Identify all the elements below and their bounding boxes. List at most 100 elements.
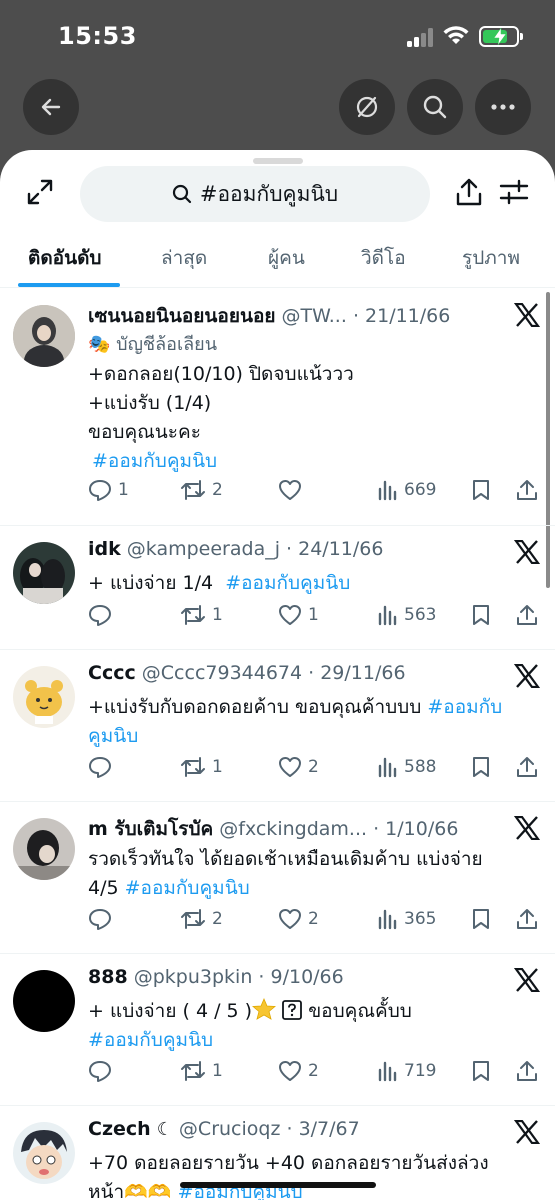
tweet-text: + แบ่งจ่าย ( 4 / 5 ) ขอบคุณคั้บบ #ออมกับ… [88, 997, 412, 1051]
hashtag-link[interactable]: #ออมกับคูมนิบ [88, 1029, 213, 1051]
bookmark-icon[interactable] [471, 756, 491, 778]
share-icon[interactable] [516, 604, 538, 626]
like-button[interactable]: 2 [278, 1060, 319, 1082]
reply-icon [89, 1061, 111, 1082]
back-button[interactable] [23, 79, 79, 135]
avatar[interactable] [13, 305, 75, 367]
tweet-date: · 29/11/66 [308, 662, 406, 684]
tweet-author-handle[interactable]: @fxckingdam... [219, 818, 367, 840]
arrow-left-icon [41, 98, 61, 116]
repost-button[interactable]: 1 [180, 1060, 223, 1082]
tweet-author-handle[interactable]: @Crucioqz [179, 1118, 281, 1140]
more-button[interactable] [475, 79, 531, 135]
bookmark-icon[interactable] [471, 908, 491, 930]
tweet-author-name[interactable]: 888 [88, 966, 128, 988]
bookmark-icon[interactable] [471, 479, 491, 501]
hashtag-link[interactable]: #ออมกับ [427, 696, 502, 718]
star-emoji-icon [252, 997, 277, 1020]
wifi-icon [443, 26, 469, 44]
views-button[interactable]: 563 [376, 604, 436, 626]
views-button[interactable]: 588 [376, 756, 436, 778]
tweet-actions: 2 2 365 [88, 908, 543, 938]
views-button[interactable]: 365 [376, 908, 436, 930]
heart-icon [279, 757, 301, 777]
bookmark-icon[interactable] [471, 1060, 491, 1082]
search-input[interactable]: #ออมกับคูมนิบ [80, 166, 430, 222]
sheet-grabber[interactable] [253, 158, 303, 164]
share-icon[interactable] [516, 756, 538, 778]
repost-button[interactable]: 2 [180, 479, 223, 501]
tweet-item[interactable]: Cccc @Cccc79344674 · 29/11/66 +แบ่งรับกั… [0, 650, 555, 802]
hashtag-link[interactable]: #ออมกับคูมนิบ [225, 572, 350, 594]
tweet-author-name[interactable]: เซนนอยนินอยนอยนอย [88, 305, 276, 327]
moon-emoji-icon: ☾ [156, 1119, 173, 1140]
tweet-actions: 1 1 563 [88, 604, 543, 634]
tab-latest[interactable]: ล่าสุด [161, 228, 207, 288]
repost-icon [181, 909, 205, 929]
tweet-author-handle[interactable]: @pkpu3pkin [134, 966, 253, 988]
tweet-item[interactable]: เซนนอยนินอยนอยนอย @TW... · 21/11/66 🎭 บั… [0, 289, 555, 526]
hashtag-link[interactable]: #ออมกับคูมนิบ [92, 450, 217, 472]
x-logo-icon [514, 816, 540, 840]
bar-chart-icon [378, 480, 397, 501]
search-button[interactable] [407, 79, 463, 135]
bookmark-icon[interactable] [471, 604, 491, 626]
avatar[interactable] [13, 970, 75, 1032]
bar-chart-icon [378, 757, 397, 778]
like-button[interactable]: 2 [278, 908, 319, 930]
expand-icon[interactable] [26, 178, 54, 206]
reply-button[interactable] [88, 756, 118, 778]
tweet-author-handle[interactable]: @Cccc79344674 [142, 662, 302, 684]
heart-icon [279, 480, 301, 500]
heart-icon [279, 909, 301, 929]
home-indicator[interactable] [180, 1182, 376, 1188]
hashtag-link[interactable]: #ออมกับคูมนิบ [125, 877, 250, 899]
tweet-author-name[interactable]: Cccc [88, 662, 136, 684]
reply-icon [89, 757, 111, 778]
like-button[interactable]: 2 [278, 756, 319, 778]
avatar[interactable] [13, 818, 75, 880]
tweet-text: รวดเร็วทันใจ ได้ยอดเช้าเหมือนเดิมค้าบ แบ… [88, 848, 483, 899]
share-icon[interactable] [516, 1060, 538, 1082]
search-sheet: #ออมกับคูมนิบ ติดอันดับ ล่าสุด ผู้คน วิด… [0, 150, 555, 1200]
share-icon[interactable] [455, 177, 483, 207]
avatar[interactable] [13, 542, 75, 604]
bar-chart-icon [378, 605, 397, 626]
tab-photos[interactable]: รูปภาพ [462, 228, 520, 288]
like-button[interactable] [278, 479, 308, 501]
views-button[interactable]: 719 [376, 1060, 436, 1082]
tab-videos[interactable]: วิดีโอ [361, 228, 406, 288]
tweet-text: + แบ่งจ่าย 1/4 #ออมกับคูมนิบ [88, 572, 351, 594]
tweet-item[interactable]: m รับเติมโรบัค @fxckingdam... · 1/10/66 … [0, 802, 555, 954]
reply-button[interactable] [88, 604, 118, 626]
reply-button[interactable]: 1 [88, 479, 129, 501]
reply-button[interactable] [88, 908, 118, 930]
repost-button[interactable]: 2 [180, 908, 223, 930]
grok-button[interactable] [339, 79, 395, 135]
tweet-author-name[interactable]: Czech [88, 1118, 151, 1140]
tweet-date: · 1/10/66 [373, 818, 459, 840]
x-logo-icon [514, 968, 540, 992]
reply-button[interactable] [88, 1060, 118, 1082]
cellular-signal-icon [407, 27, 435, 47]
avatar[interactable] [13, 1122, 75, 1184]
tweet-date: · 9/10/66 [258, 966, 344, 988]
tweet-item[interactable]: idk @kampeerada_j · 24/11/66 + แบ่งจ่าย … [0, 526, 555, 650]
avatar[interactable] [13, 666, 75, 728]
tab-top[interactable]: ติดอันดับ [28, 228, 101, 288]
share-icon[interactable] [516, 908, 538, 930]
tweet-author-handle[interactable]: @kampeerada_j [127, 538, 280, 560]
tab-people[interactable]: ผู้คน [268, 228, 305, 288]
share-icon[interactable] [516, 479, 538, 501]
repost-button[interactable]: 1 [180, 756, 223, 778]
tweet-item[interactable]: 888 @pkpu3pkin · 9/10/66 + แบ่งจ่าย ( 4 … [0, 954, 555, 1106]
tweet-author-name[interactable]: m รับเติมโรบัค [88, 818, 213, 840]
views-button[interactable]: 669 [376, 479, 436, 501]
repost-button[interactable]: 1 [180, 604, 223, 626]
tweet-actions: 1 2 719 [88, 1060, 543, 1090]
filter-icon[interactable] [499, 178, 529, 206]
tweet-author-name[interactable]: idk [88, 538, 121, 560]
like-button[interactable]: 1 [278, 604, 319, 626]
tweet-author-handle[interactable]: @TW... [282, 305, 347, 327]
hashtag-link[interactable]: คูมนิบ [88, 725, 138, 747]
